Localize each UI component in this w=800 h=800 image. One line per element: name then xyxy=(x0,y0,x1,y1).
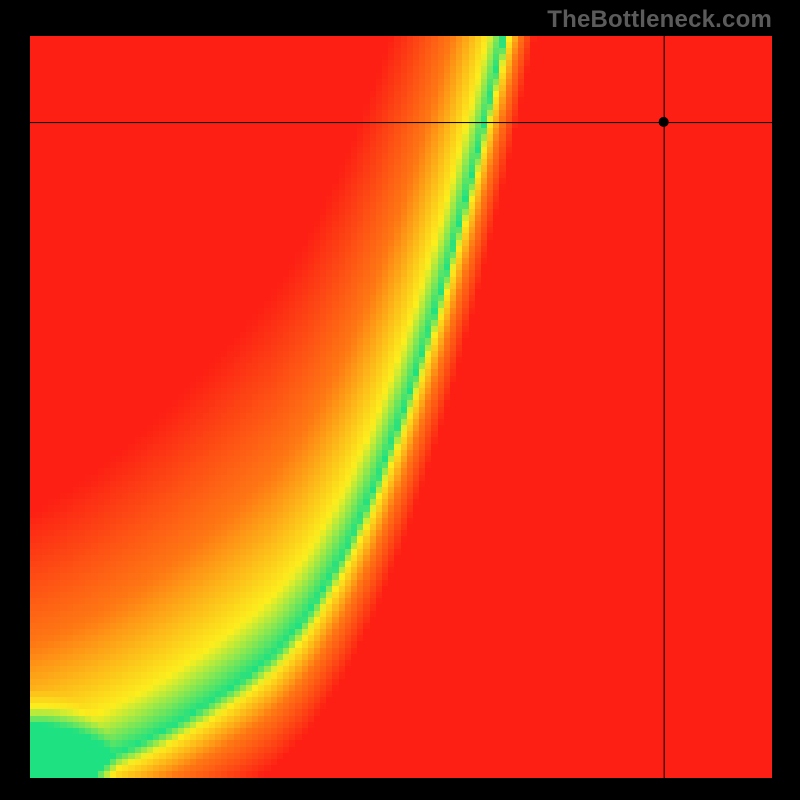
heatmap-canvas xyxy=(30,36,772,778)
heatmap-plot xyxy=(30,36,772,778)
watermark-text: TheBottleneck.com xyxy=(547,6,772,34)
chart-frame: TheBottleneck.com xyxy=(0,0,800,800)
